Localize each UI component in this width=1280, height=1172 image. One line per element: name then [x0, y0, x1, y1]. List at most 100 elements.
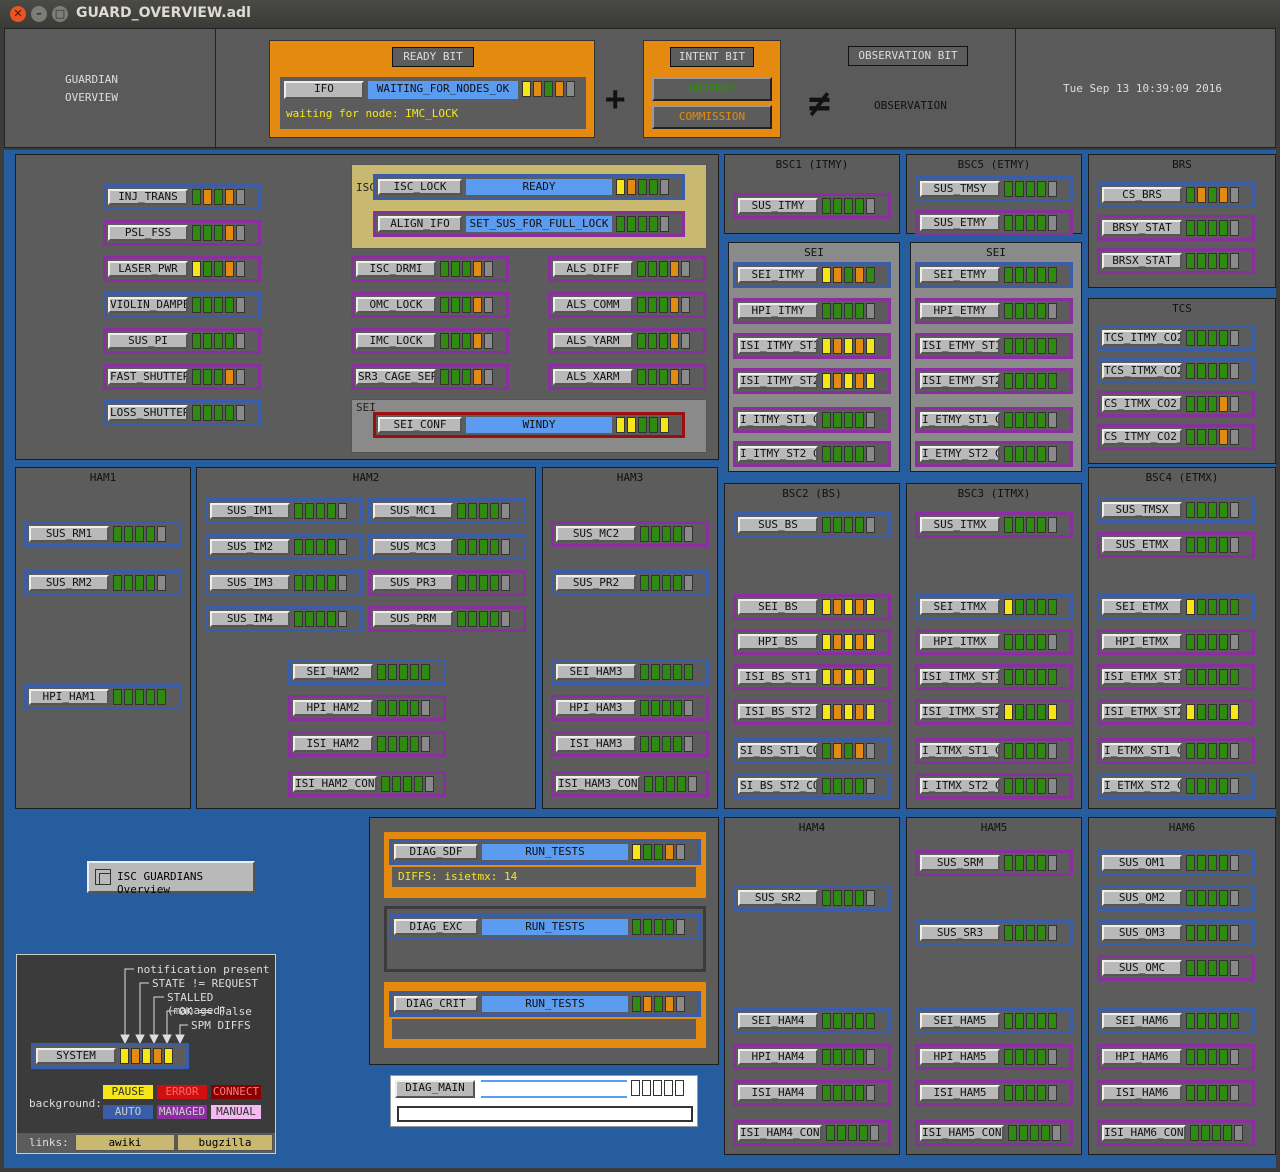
fast-shutter-button[interactable]: FAST_SHUTTER [108, 369, 188, 385]
tcs-itmx-co2-pwr-button[interactable]: CS_ITMX_CO2_PW [1102, 396, 1182, 412]
sus-om2-button[interactable]: SUS_OM2 [1102, 890, 1182, 906]
sus-pr2-button[interactable]: SUS_PR2 [556, 575, 636, 591]
omc-lock-button[interactable]: OMC_LOCK [356, 297, 436, 313]
isi-ham5-conf-button[interactable]: ISI_HAM5_CONF [920, 1125, 1004, 1141]
isi-itmy-st2-button[interactable]: ISI_ITMY_ST2 [738, 373, 818, 389]
sus-pr3-button[interactable]: SUS_PR3 [373, 575, 453, 591]
sei-ham4-button[interactable]: SEI_HAM4 [738, 1013, 818, 1029]
sus-etmy-button[interactable]: SUS_ETMY [920, 215, 1000, 231]
isi-ham4-conf-button[interactable]: ISI_HAM4_CONF [738, 1125, 822, 1141]
sus-itmx-button[interactable]: SUS_ITMX [920, 517, 1000, 533]
sr3-cage-button[interactable]: SR3_CAGE_SERVO [356, 369, 436, 385]
sei-itmx-button[interactable]: SEI_ITMX [920, 599, 1000, 615]
hpi-itmx-button[interactable]: HPI_ITMX [920, 634, 1000, 650]
brsx-stat-button[interactable]: BRSX_STAT [1102, 253, 1182, 269]
isi-ham2-conf-button[interactable]: ISI_HAM2_CONF [293, 776, 377, 792]
isi-bs-st1-conf-button[interactable]: SI_BS_ST1_CON [738, 743, 818, 759]
hpi-ham4-button[interactable]: HPI_HAM4 [738, 1049, 818, 1065]
diag-main-button[interactable]: DIAG_MAIN [395, 1080, 475, 1098]
isi-ham3-conf-button[interactable]: ISI_HAM3_CONF [556, 776, 640, 792]
inj-trans-button[interactable]: INJ_TRANS [108, 189, 188, 205]
sei-etmx-button[interactable]: SEI_ETMX [1102, 599, 1182, 615]
isi-ham2-button[interactable]: ISI_HAM2 [293, 736, 373, 752]
laser-pwr-button[interactable]: LASER_PWR [108, 261, 188, 277]
hpi-bs-button[interactable]: HPI_BS [738, 634, 818, 650]
sus-im2-button[interactable]: SUS_IM2 [210, 539, 290, 555]
legend-system-button[interactable]: SYSTEM [36, 1048, 116, 1064]
hpi-ham3-button[interactable]: HPI_HAM3 [556, 700, 636, 716]
tcs-itmx-co2-button[interactable]: TCS_ITMX_CO2 [1102, 363, 1182, 379]
isi-itmx-st2-button[interactable]: ISI_ITMX_ST2 [920, 704, 1000, 720]
sus-bs-button[interactable]: SUS_BS [738, 517, 818, 533]
sus-itmy-button[interactable]: SUS_ITMY [738, 198, 818, 214]
diag-crit-button[interactable]: DIAG_CRIT [394, 996, 478, 1012]
close-icon[interactable]: ✕ [10, 6, 26, 22]
minimize-icon[interactable]: – [31, 6, 47, 22]
sus-tmsx-button[interactable]: SUS_TMSX [1102, 502, 1182, 518]
isi-etmx-st2-conf-button[interactable]: I_ETMX_ST2_CO [1102, 778, 1182, 794]
sei-ham3-button[interactable]: SEI_HAM3 [556, 664, 636, 680]
sei-ham2-button[interactable]: SEI_HAM2 [293, 664, 373, 680]
sei-bs-button[interactable]: SEI_BS [738, 599, 818, 615]
isc-lock-button[interactable]: ISC_LOCK [378, 179, 462, 195]
isc-drmi-button[interactable]: ISC_DRMI [356, 261, 436, 277]
hpi-ham1-button[interactable]: HPI_HAM1 [29, 689, 109, 705]
sus-om3-button[interactable]: SUS_OM3 [1102, 925, 1182, 941]
hpi-etmx-button[interactable]: HPI_ETMX [1102, 634, 1182, 650]
hpi-itmy-button[interactable]: HPI_ITMY [738, 303, 818, 319]
hpi-ham2-button[interactable]: HPI_HAM2 [293, 700, 373, 716]
brsy-stat-button[interactable]: BRSY_STAT [1102, 220, 1182, 236]
awiki-link[interactable]: awiki [75, 1134, 175, 1151]
sei-ham5-button[interactable]: SEI_HAM5 [920, 1013, 1000, 1029]
isi-ham5-button[interactable]: ISI_HAM5 [920, 1085, 1000, 1101]
isi-etmx-st2-button[interactable]: ISI_ETMX_ST2 [1102, 704, 1182, 720]
sus-pi-button[interactable]: SUS_PI [108, 333, 188, 349]
cs-brs-button[interactable]: CS_BRS [1102, 187, 1182, 203]
psl-fss-button[interactable]: PSL_FSS [108, 225, 188, 241]
hpi-ham6-button[interactable]: HPI_HAM6 [1102, 1049, 1182, 1065]
isi-itmx-st2-conf-button[interactable]: I_ITMX_ST2_CO [920, 778, 1000, 794]
isi-bs-st1-button[interactable]: ISI_BS_ST1 [738, 669, 818, 685]
ifo-button[interactable]: IFO [284, 81, 364, 99]
sus-mc3-button[interactable]: SUS_MC3 [373, 539, 453, 555]
align-ifo-button[interactable]: ALIGN_IFO [378, 216, 462, 232]
isi-ham3-button[interactable]: ISI_HAM3 [556, 736, 636, 752]
isi-itmx-st1-conf-button[interactable]: I_ITMX_ST1_CO [920, 743, 1000, 759]
diag-exc-button[interactable]: DIAG_EXC [394, 919, 478, 935]
isi-etmy-st1-button[interactable]: ISI_ETMY_ST1 [920, 338, 1000, 354]
bugzilla-link[interactable]: bugzilla [177, 1134, 273, 1151]
sei-ham6-button[interactable]: SEI_HAM6 [1102, 1013, 1182, 1029]
isi-itmy-st1-conf-button[interactable]: I_ITMY_ST1_CO [738, 412, 818, 428]
sus-tmsy-button[interactable]: SUS_TMSY [920, 181, 1000, 197]
tcs-itmy-co2-pwr-button[interactable]: CS_ITMY_CO2_PW [1102, 429, 1182, 445]
sus-omc-button[interactable]: SUS_OMC [1102, 960, 1182, 976]
isi-ham4-button[interactable]: ISI_HAM4 [738, 1085, 818, 1101]
sus-om1-button[interactable]: SUS_OM1 [1102, 855, 1182, 871]
sus-mc1-button[interactable]: SUS_MC1 [373, 503, 453, 519]
violin-damper-button[interactable]: VIOLIN_DAMPER [108, 297, 188, 313]
isi-bs-st2-conf-button[interactable]: SI_BS_ST2_CON [738, 778, 818, 794]
als-yarm-button[interactable]: ALS_YARM [553, 333, 633, 349]
sus-etmx-button[interactable]: SUS_ETMX [1102, 537, 1182, 553]
als-diff-button[interactable]: ALS_DIFF [553, 261, 633, 277]
loss-shutter-button[interactable]: LOSS_SHUTTER_C [108, 405, 188, 421]
sei-conf-button[interactable]: SEI_CONF [378, 417, 462, 433]
isi-itmy-st2-conf-button[interactable]: I_ITMY_ST2_CO [738, 446, 818, 462]
sus-srm-button[interactable]: SUS_SRM [920, 855, 1000, 871]
sus-im4-button[interactable]: SUS_IM4 [210, 611, 290, 627]
sus-im1-button[interactable]: SUS_IM1 [210, 503, 290, 519]
sus-rm2-button[interactable]: SUS_RM2 [29, 575, 109, 591]
isi-itmx-st1-button[interactable]: ISI_ITMX_ST1 [920, 669, 1000, 685]
isc-guardians-overview-button[interactable]: ISC GUARDIANS Overview [87, 861, 255, 896]
sus-sr2-button[interactable]: SUS_SR2 [738, 890, 818, 906]
sus-im3-button[interactable]: SUS_IM3 [210, 575, 290, 591]
isi-etmy-st2-button[interactable]: ISI_ETMY_ST2 [920, 373, 1000, 389]
sus-mc2-button[interactable]: SUS_MC2 [556, 526, 636, 542]
isi-bs-st2-button[interactable]: ISI_BS_ST2 [738, 704, 818, 720]
sei-itmy-button[interactable]: SEI_ITMY [738, 267, 818, 283]
isi-etmy-st2-conf-button[interactable]: I_ETMY_ST2_CO [920, 446, 1000, 462]
diag-sdf-button[interactable]: DIAG_SDF [394, 844, 478, 860]
isi-ham6-button[interactable]: ISI_HAM6 [1102, 1085, 1182, 1101]
sus-prm-button[interactable]: SUS_PRM [373, 611, 453, 627]
sei-etmy-button[interactable]: SEI_ETMY [920, 267, 1000, 283]
